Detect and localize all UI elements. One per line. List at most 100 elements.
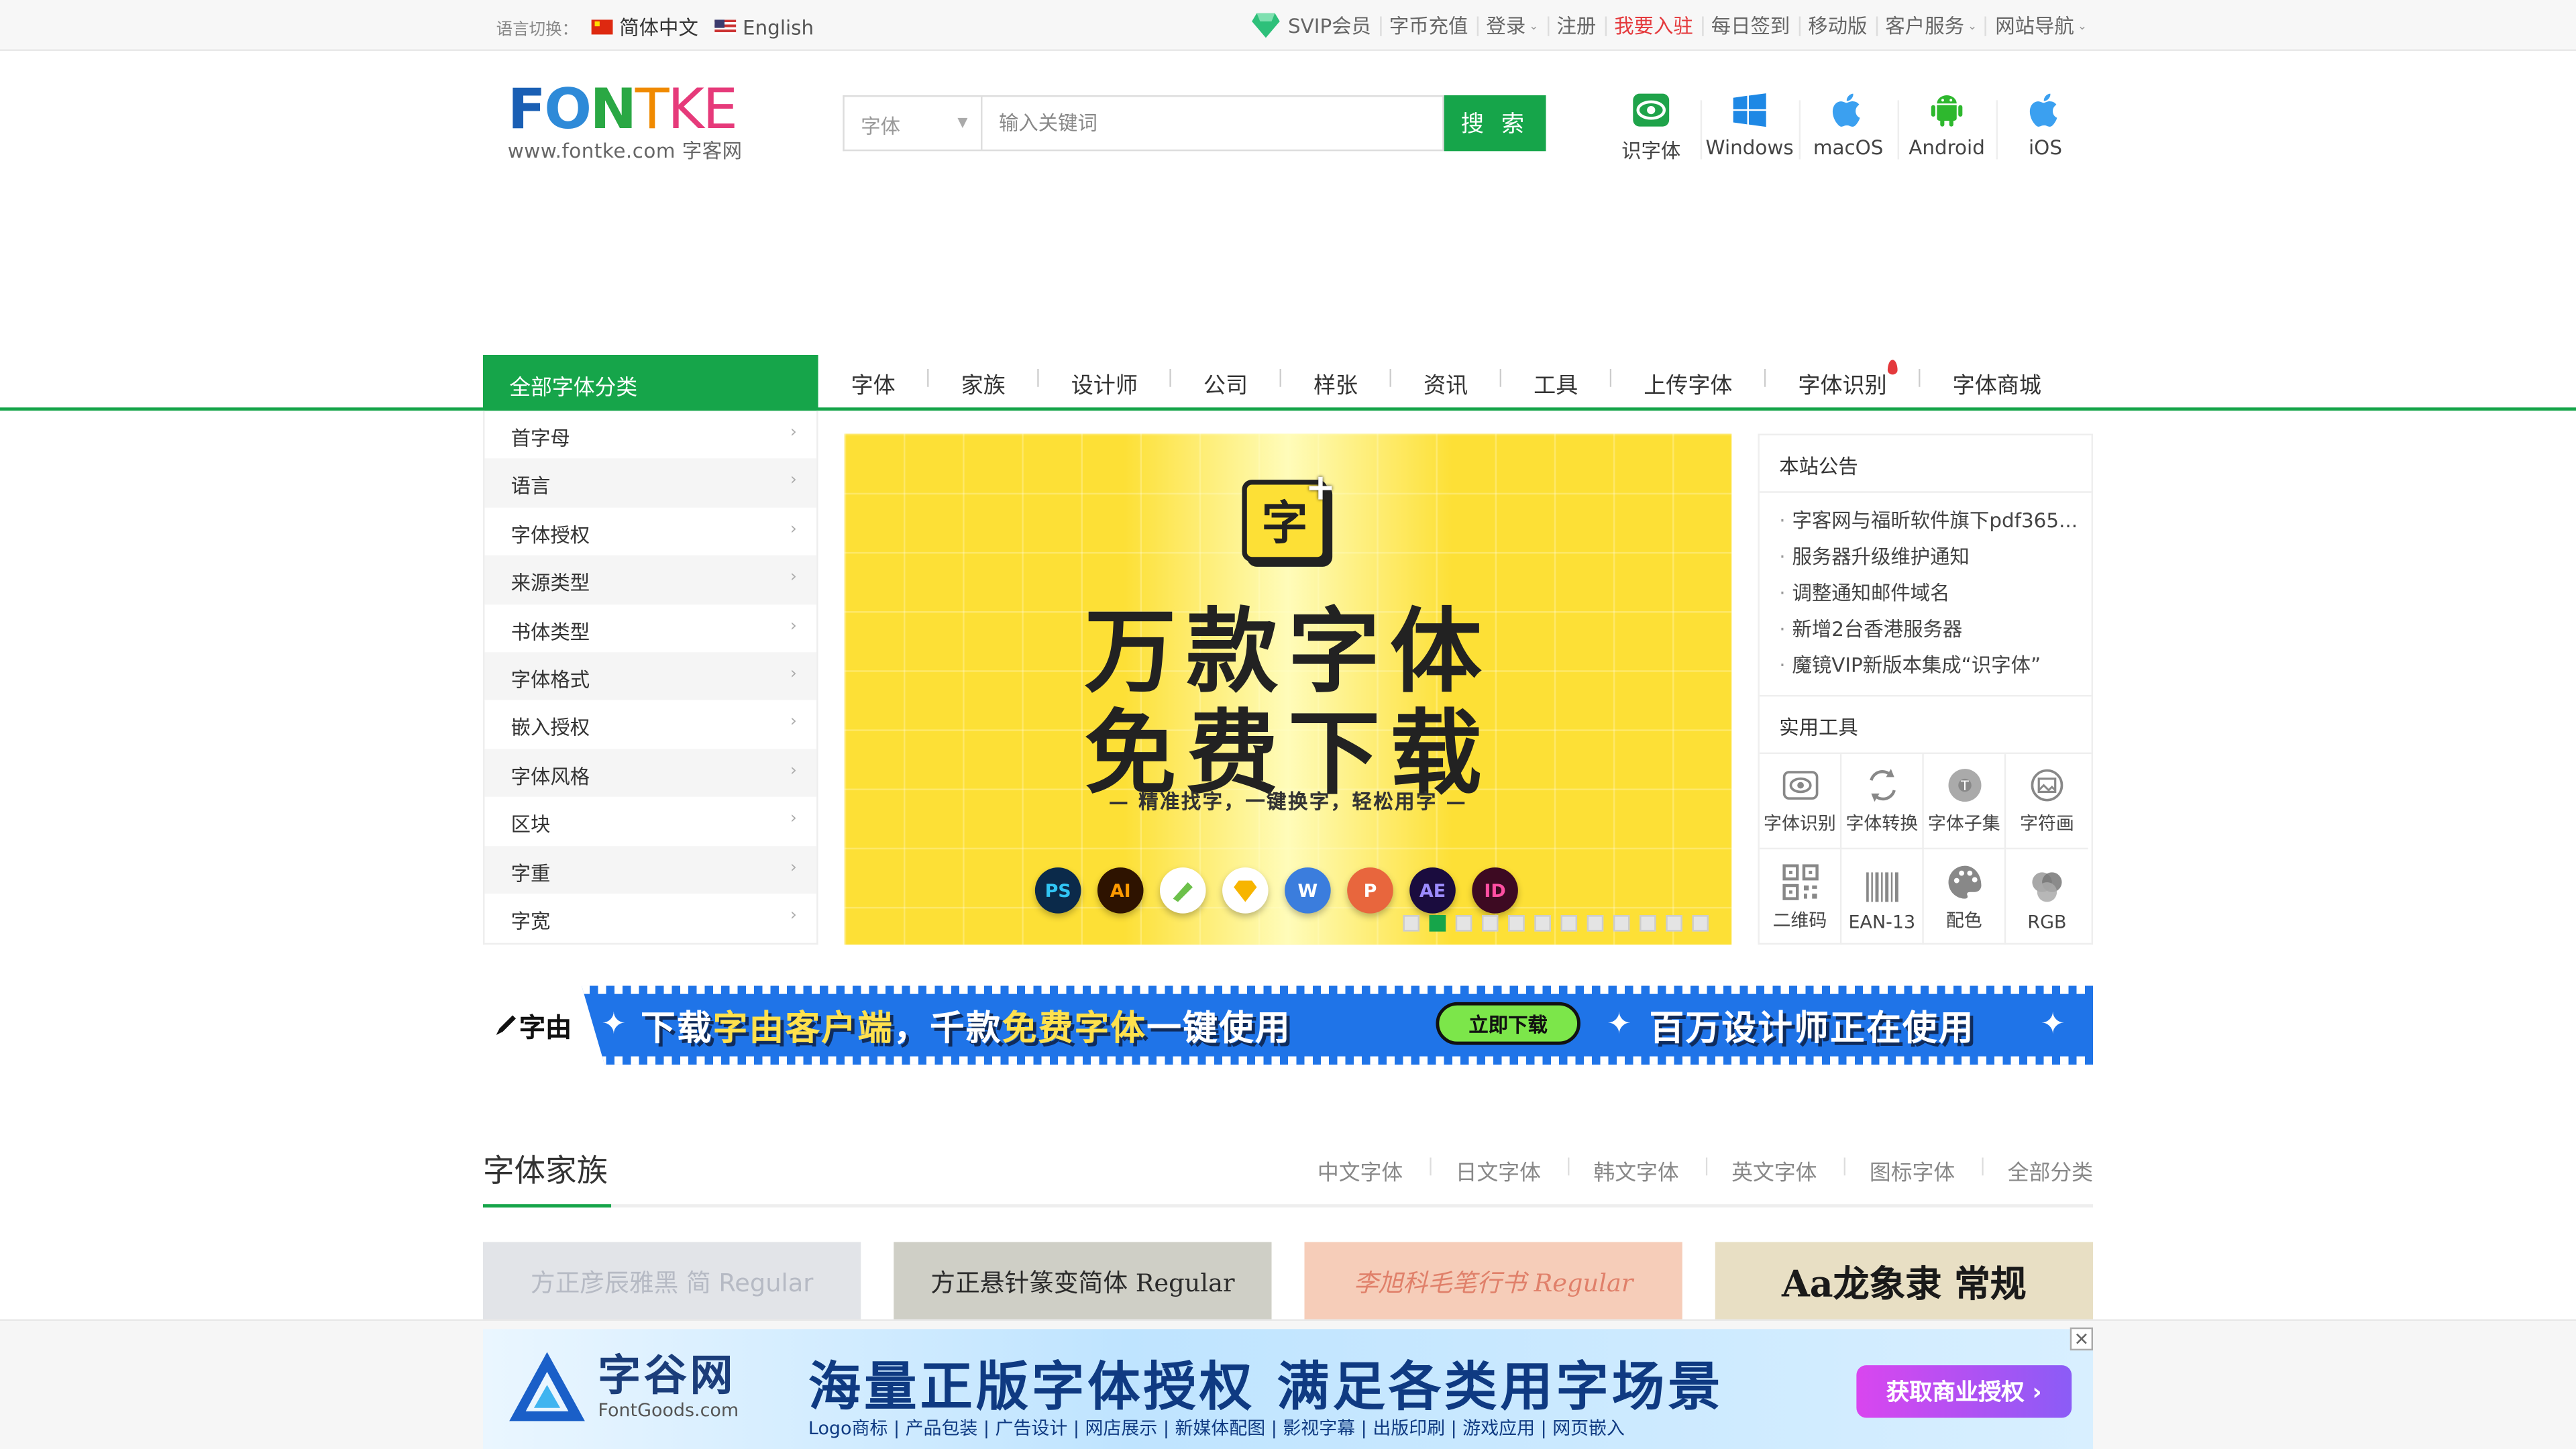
sidebar-item-license[interactable]: 字体授权 › <box>484 507 816 555</box>
tool-label: 字体子集 <box>1927 813 2000 835</box>
word-icon: W <box>1285 867 1331 914</box>
carousel-dot[interactable] <box>1560 915 1578 932</box>
nav-item-store[interactable]: 字体商城 <box>1917 366 2074 399</box>
filter-english[interactable]: 英文字体 <box>1703 1155 1817 1187</box>
sidebar-item-label: 书体类型 <box>511 620 590 643</box>
font-card[interactable]: 方正彦辰雅黑 简 Regular <box>483 1242 861 1321</box>
nav-item-companies[interactable]: 公司 <box>1167 366 1281 399</box>
tool-ascii-art[interactable]: 字符画 <box>2006 754 2088 850</box>
android-icon <box>1931 95 1963 127</box>
rgb-circles-icon <box>2032 872 2062 902</box>
lang-english[interactable]: English <box>743 15 814 38</box>
site-logo[interactable]: FONTKE www.fontke.com 字客网 <box>508 82 757 164</box>
sidebar-item-language[interactable]: 语言 › <box>484 459 817 508</box>
carousel-dot[interactable] <box>1534 915 1551 932</box>
ziyou-strip-ad[interactable]: 字由 ✦ 下载字由客户端，千款免费字体一键使用 立即下载 ✦ 百万设计师正在使用… <box>483 985 2094 1065</box>
site-nav-link[interactable]: 网站导航 <box>1995 11 2074 40</box>
chevron-right-icon: › <box>790 810 797 828</box>
tool-color-scheme[interactable]: 配色 <box>1924 849 2006 945</box>
carousel-dot[interactable] <box>1403 915 1419 932</box>
eye-scan-icon <box>1782 771 1818 800</box>
sidebar-item-source[interactable]: 来源类型 › <box>484 555 817 604</box>
filter-japanese[interactable]: 日文字体 <box>1428 1155 1541 1187</box>
login-link[interactable]: 登录 <box>1486 11 1525 40</box>
tool-label: 字体识别 <box>1764 813 1836 835</box>
nav-item-font-recognition[interactable]: 字体识别 <box>1762 360 1919 399</box>
carousel-dot[interactable] <box>1429 915 1446 932</box>
nav-item-designers[interactable]: 设计师 <box>1035 366 1171 399</box>
tool-font-convert[interactable]: 字体转换 <box>1841 754 1924 850</box>
tool-qr-code[interactable]: 二维码 <box>1760 849 1842 945</box>
filter-all[interactable]: 全部分类 <box>1980 1155 2093 1187</box>
sidebar-item-script-type[interactable]: 书体类型 › <box>484 604 816 652</box>
carousel-dot[interactable] <box>1666 915 1682 932</box>
close-icon[interactable]: ✕ <box>2070 1327 2094 1351</box>
get-license-button[interactable]: 获取商业授权 › <box>1856 1365 2072 1418</box>
sidebar-item-weight[interactable]: 字重 › <box>484 845 817 894</box>
register-link[interactable]: 注册 <box>1556 11 1596 40</box>
tool-label: 字体转换 <box>1845 813 1919 835</box>
barcode-icon <box>1865 872 1898 902</box>
sidebar-item-block[interactable]: 区块 › <box>484 797 816 845</box>
font-card[interactable]: Aa龙象隶 常规 <box>1715 1242 2094 1321</box>
apple-icon <box>1832 93 1860 127</box>
search-button[interactable]: 搜 索 <box>1444 95 1546 152</box>
nav-item-samples[interactable]: 样张 <box>1277 366 1391 399</box>
search-input[interactable] <box>981 95 1444 152</box>
notice-item[interactable]: 字客网与福昕软件旗下pdf365... <box>1779 502 2082 539</box>
apple-icon <box>2029 93 2057 127</box>
tool-label: 二维码 <box>1772 910 1827 932</box>
sparkle-icon: ✦ <box>1607 1007 1632 1042</box>
carousel-dot[interactable] <box>1587 915 1604 932</box>
customer-service-link[interactable]: 客户服务 <box>1885 11 1964 40</box>
sidebar-item-label: 字体授权 <box>511 523 590 547</box>
sidebar-item-width[interactable]: 字宽 › <box>484 894 816 942</box>
filter-icon[interactable]: 图标字体 <box>1841 1155 1955 1187</box>
notice-item[interactable]: 魔镜VIP新版本集成“识字体” <box>1779 647 2082 684</box>
sidebar-item-initial[interactable]: 首字母 › <box>484 411 816 459</box>
carousel-dot[interactable] <box>1508 915 1525 932</box>
carousel-dot[interactable] <box>1455 915 1472 932</box>
carousel-dot[interactable] <box>1692 915 1709 932</box>
tool-font-subset[interactable]: T 字体子集 <box>1923 754 2006 850</box>
carousel-dot[interactable] <box>1640 915 1656 932</box>
lang-simplified-chinese[interactable]: 简体中文 <box>619 13 698 42</box>
windows-icon <box>1733 93 1766 127</box>
nav-item-fonts[interactable]: 字体 <box>818 366 928 399</box>
nav-item-tools[interactable]: 工具 <box>1497 366 1611 399</box>
font-card[interactable]: 方正悬针篆变简体 Regular <box>894 1242 1272 1321</box>
filter-korean[interactable]: 韩文字体 <box>1566 1155 1679 1187</box>
nav-item-upload[interactable]: 上传字体 <box>1607 366 1765 399</box>
carousel-dot[interactable] <box>1481 915 1499 932</box>
hero-banner[interactable]: 字 + 万款字体 免费下载 — 精准找字，一键换字，轻松用字 — PS AI W … <box>844 433 1732 945</box>
platform-label: Windows <box>1705 136 1794 160</box>
daily-checkin-link[interactable]: 每日签到 <box>1711 11 1790 40</box>
font-card[interactable]: 李旭科毛笔行书 Regular <box>1304 1242 1682 1321</box>
tool-font-recognition[interactable]: 字体识别 <box>1759 754 1842 850</box>
tool-ean13[interactable]: EAN-13 <box>1841 849 1924 945</box>
join-link[interactable]: 我要入驻 <box>1614 11 1693 40</box>
platform-font-recognition[interactable]: 识字体 <box>1602 91 1701 164</box>
notice-item[interactable]: 服务器升级维护通知 <box>1779 539 2082 575</box>
platform-ios[interactable]: iOS <box>1996 91 2095 164</box>
platform-macos[interactable]: macOS <box>1799 91 1898 164</box>
carousel-dot[interactable] <box>1613 915 1630 932</box>
download-now-button[interactable]: 立即下载 <box>1436 1002 1580 1045</box>
filter-chinese[interactable]: 中文字体 <box>1291 1155 1403 1186</box>
tool-rgb[interactable]: RGB <box>2006 849 2088 945</box>
recharge-link[interactable]: 字币充值 <box>1389 11 1468 40</box>
sidebar-item-embedding[interactable]: 嵌入授权 › <box>484 700 816 749</box>
nav-item-families[interactable]: 家族 <box>925 366 1038 399</box>
notice-item[interactable]: 新增2台香港服务器 <box>1779 611 2082 647</box>
platform-android[interactable]: Android <box>1897 91 1996 164</box>
fontgoods-ad[interactable]: 字谷网 FontGoods.com 海量正版字体授权 满足各类用字场景 Logo… <box>483 1329 2094 1449</box>
all-categories-button[interactable]: 全部字体分类 <box>483 354 818 411</box>
notice-item[interactable]: 调整通知邮件域名 <box>1779 575 2082 611</box>
svip-link[interactable]: SVIP会员 <box>1288 11 1371 40</box>
sidebar-item-style[interactable]: 字体风格 › <box>484 749 817 798</box>
mobile-link[interactable]: 移动版 <box>1808 11 1867 40</box>
search-type-select[interactable]: 字体 ▼ <box>843 95 981 152</box>
sidebar-item-format[interactable]: 字体格式 › <box>484 652 817 701</box>
nav-item-news[interactable]: 资讯 <box>1387 366 1501 399</box>
platform-windows[interactable]: Windows <box>1700 91 1799 164</box>
